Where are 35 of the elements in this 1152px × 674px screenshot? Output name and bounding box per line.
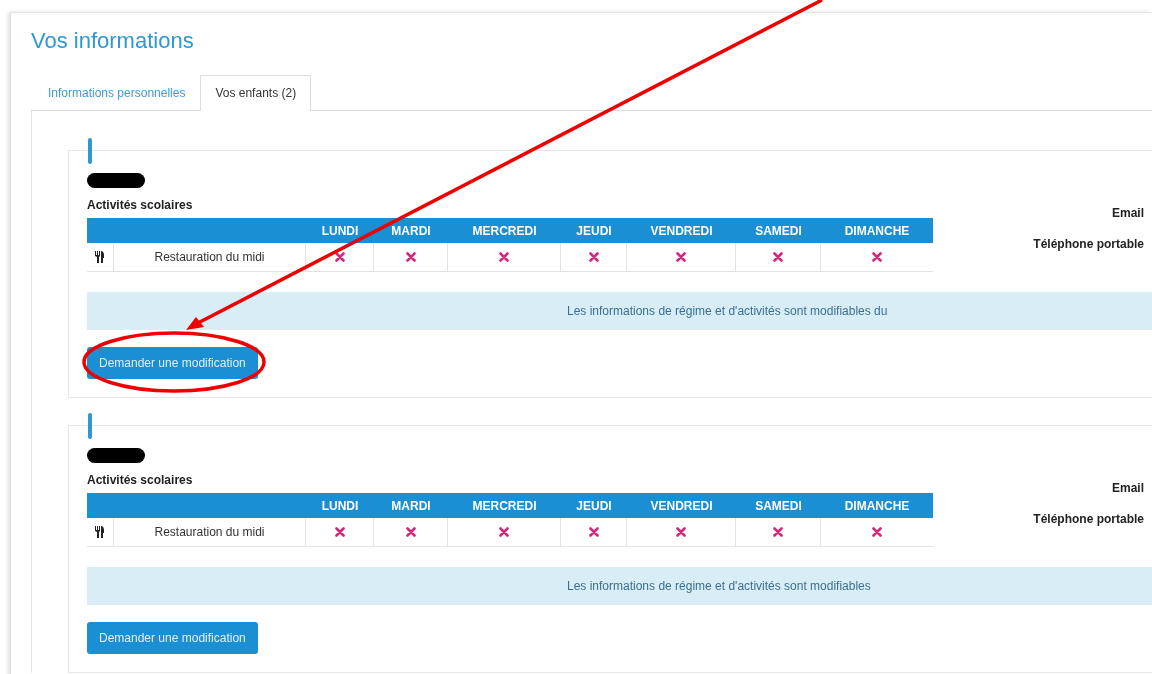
column-header: VENDREDI: [649, 498, 714, 513]
column-header: VENDREDI: [649, 223, 714, 238]
accent-bar: [88, 413, 92, 439]
column-header: MARDI: [390, 223, 432, 238]
page-title: Vos informations: [31, 27, 195, 55]
column-header: MARDI: [390, 498, 432, 513]
cutlery-icon: [95, 251, 105, 263]
tab[interactable]: Vos enfants (2): [200, 75, 312, 111]
request-change-button[interactable]: Demander une modification: [87, 622, 258, 654]
section-title: Activités scolaires: [87, 198, 194, 212]
info-text: Les informations de régime et d'activités sont modifiables du: [567, 304, 888, 318]
column-header: JEUDI: [575, 498, 613, 513]
activity-cell: Restauration du midi: [114, 243, 306, 271]
contact-label: Email: [1112, 481, 1144, 495]
column-header: DIMANCHE: [843, 223, 911, 238]
info-text: Les informations de régime et d'activités sont modifiables: [567, 579, 871, 593]
column-header: DIMANCHE: [843, 498, 911, 513]
column-header: LUNDI: [320, 223, 360, 238]
cutlery-icon: [95, 526, 105, 538]
column-header: MERCREDI: [471, 498, 538, 513]
column-header: LUNDI: [320, 498, 360, 513]
redaction-bar: [87, 173, 145, 188]
column-header: JEUDI: [575, 223, 613, 238]
request-change-button[interactable]: Demander une modification: [87, 347, 258, 379]
column-header: SAMEDI: [754, 498, 803, 513]
column-header: MERCREDI: [471, 223, 538, 238]
tab[interactable]: Informations personnelles: [33, 75, 201, 111]
column-header: SAMEDI: [754, 223, 803, 238]
section-title: Activités scolaires: [87, 473, 194, 487]
activity-cell: Restauration du midi: [114, 518, 306, 546]
contact-label: Téléphone portable: [1033, 512, 1144, 526]
contact-label: Téléphone portable: [1033, 237, 1144, 251]
redaction-bar: [87, 448, 145, 463]
contact-label: Email: [1112, 206, 1144, 220]
accent-bar: [88, 138, 92, 164]
